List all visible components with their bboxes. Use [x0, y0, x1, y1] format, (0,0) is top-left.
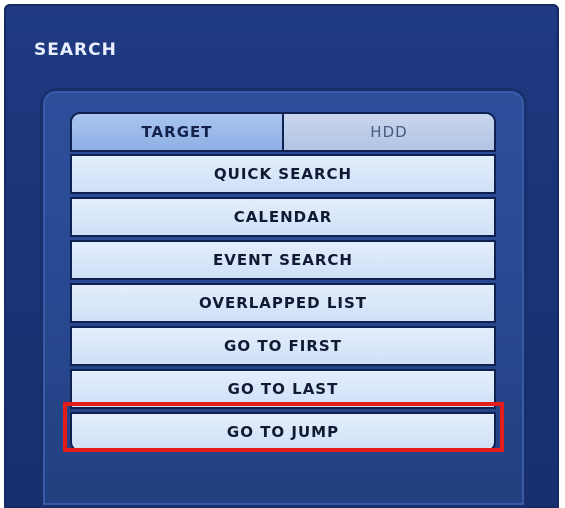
window-title: SEARCH [34, 40, 117, 60]
calendar-button[interactable]: CALENDAR [70, 197, 496, 237]
quick-search-button[interactable]: QUICK SEARCH [70, 154, 496, 194]
go-to-first-button[interactable]: GO TO FIRST [70, 326, 496, 366]
overlapped-list-button[interactable]: OVERLAPPED LIST [70, 283, 496, 323]
tab-bar: TARGET HDD [70, 112, 496, 152]
tab-target[interactable]: TARGET [70, 112, 284, 152]
highlight-box [63, 402, 504, 452]
event-search-button[interactable]: EVENT SEARCH [70, 240, 496, 280]
tab-hdd[interactable]: HDD [284, 112, 496, 152]
